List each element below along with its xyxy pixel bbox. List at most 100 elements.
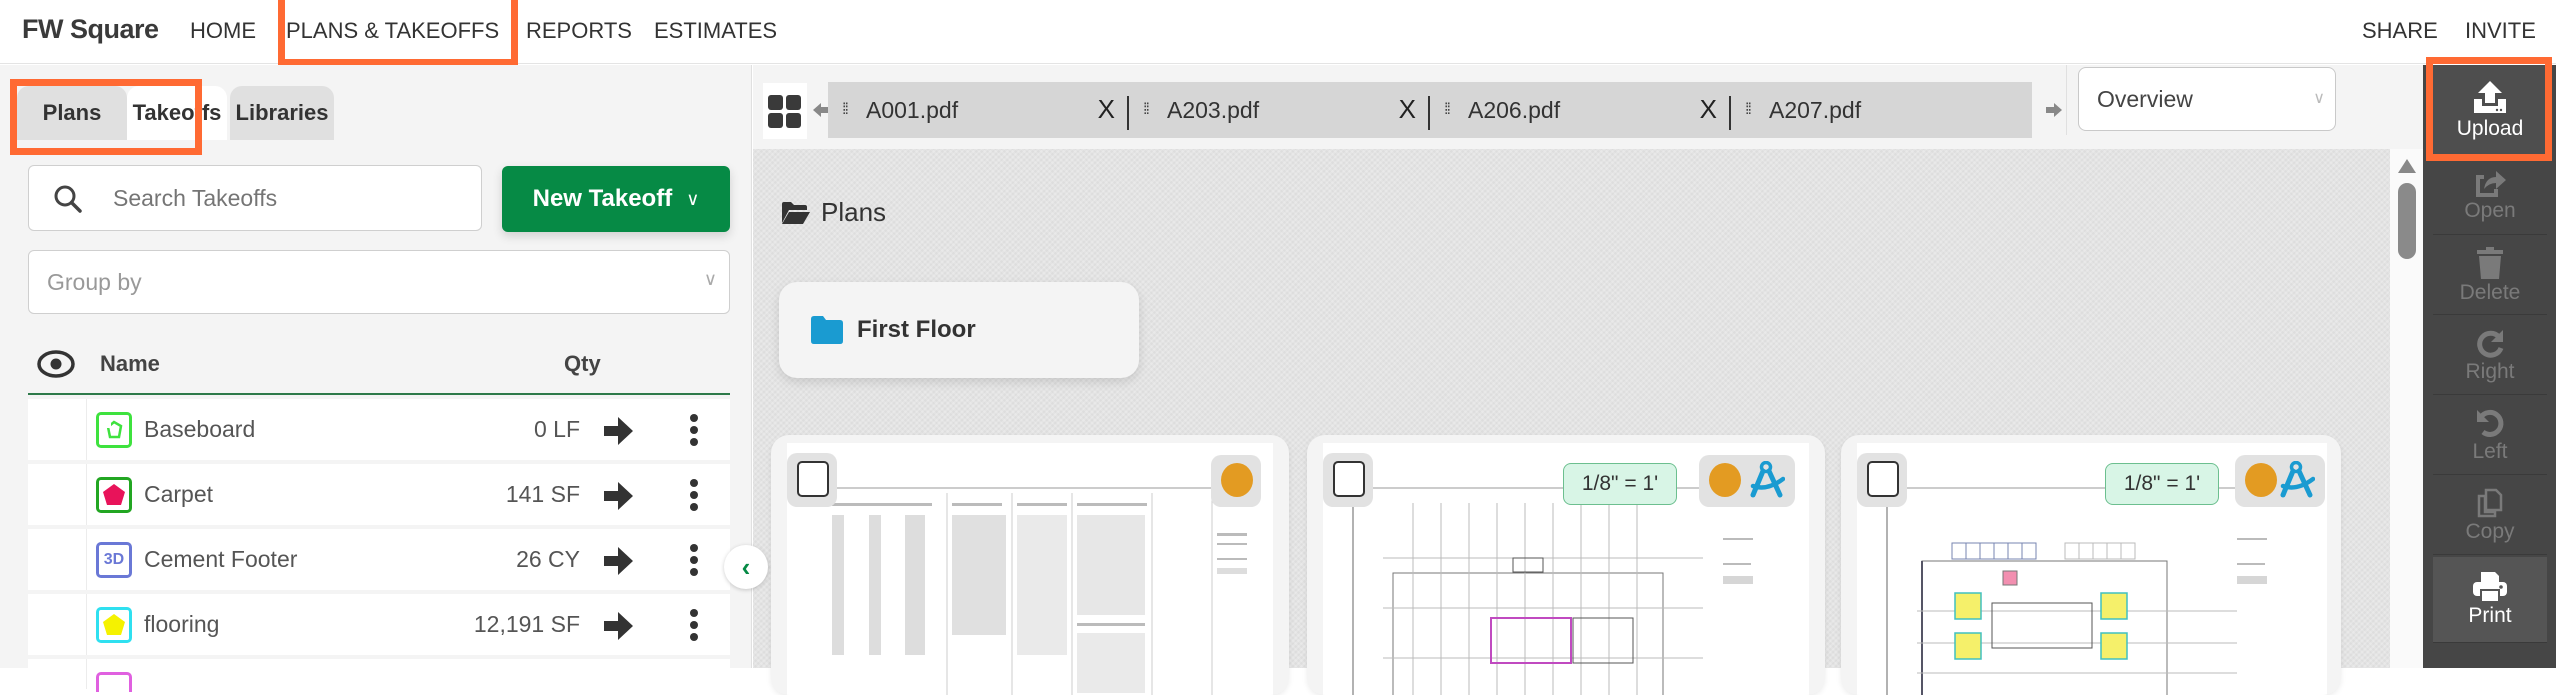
doc-tab-a206[interactable]: ⁞⁞ A206.pdf X (1430, 82, 1731, 138)
takeoff-row[interactable]: Carpet 141 SF (28, 464, 730, 525)
go-to-arrow-icon[interactable] (604, 417, 634, 445)
sheet-thumbnail (787, 443, 1273, 695)
plan-sheet-card[interactable]: 1/8" = 1' (1841, 435, 2341, 695)
folder-open-icon (782, 201, 810, 224)
group-by-select[interactable]: Group by ∨ (28, 250, 730, 314)
search-icon (54, 185, 82, 213)
doc-tab-a207[interactable]: ⁞⁞ A207.pdf (1731, 82, 2032, 138)
sheet-status-wrap (2235, 455, 2325, 507)
calibrate-compass-icon[interactable] (1749, 461, 1785, 499)
search-box[interactable] (28, 165, 482, 231)
view-mode-select[interactable]: Overview ∨ (2078, 67, 2336, 131)
row-indent (86, 464, 87, 525)
open-label: Open (2464, 198, 2516, 222)
takeoff-name: Cement Footer (144, 546, 298, 572)
print-button[interactable]: Print (2433, 557, 2547, 643)
select-sheet-checkbox[interactable] (1867, 461, 1899, 497)
scroll-tabs-left-icon[interactable] (813, 103, 829, 117)
takeoff-qty: 0 LF (533, 416, 580, 442)
calibrate-compass-icon[interactable] (2279, 461, 2315, 499)
nav-estimates[interactable]: ESTIMATES (654, 18, 777, 44)
nav-reports[interactable]: REPORTS (526, 18, 632, 44)
more-options-icon[interactable] (690, 544, 698, 580)
delete-button[interactable]: Delete (2433, 237, 2547, 315)
takeoff-row[interactable] (28, 659, 730, 692)
eye-icon[interactable] (36, 349, 76, 379)
drag-handle-icon[interactable]: ⁞⁞ (1444, 102, 1460, 118)
sheet-status-dot[interactable] (1221, 463, 1253, 497)
takeoff-qty: 12,191 SF (473, 611, 580, 637)
brand-logo[interactable]: FW Square (22, 14, 159, 45)
plan-sheet-card[interactable]: 1/8" = 1' (1307, 435, 1825, 695)
vertical-scrollbar[interactable] (2390, 149, 2423, 668)
plan-sheet-card[interactable] (771, 435, 1289, 695)
rotate-right-button[interactable]: Right (2433, 317, 2547, 395)
divider (2066, 65, 2067, 135)
copy-label: Copy (2465, 519, 2515, 543)
doc-tab-a203[interactable]: ⁞⁞ A203.pdf X (1129, 82, 1430, 138)
column-header-qty[interactable]: Qty (564, 351, 601, 377)
go-to-arrow-icon[interactable] (604, 612, 634, 640)
more-options-icon[interactable] (690, 609, 698, 645)
rotate-left-button[interactable]: Left (2433, 397, 2547, 475)
takeoff-name: Carpet (144, 481, 214, 507)
section-title-text: Plans (821, 197, 887, 227)
drag-handle-icon[interactable]: ⁞⁞ (1745, 102, 1761, 118)
tab-libraries[interactable]: Libraries (230, 86, 334, 140)
plans-main-area: ⁞⁞ A001.pdf X ⁞⁞ A203.pdf X ⁞⁞ A206.pdf … (753, 65, 2423, 695)
sheet-scale-badge[interactable]: 1/8" = 1' (2105, 463, 2219, 505)
nav-home[interactable]: HOME (190, 18, 256, 44)
more-options-icon[interactable] (690, 414, 698, 450)
printer-icon (2473, 571, 2507, 602)
drag-handle-icon[interactable]: ⁞⁞ (1143, 102, 1159, 118)
trash-icon (2477, 246, 2503, 279)
row-indent (86, 659, 87, 689)
scroll-tabs-right-icon[interactable] (2046, 103, 2062, 117)
chevron-down-icon: ∨ (686, 188, 700, 209)
takeoff-row[interactable]: Baseboard 0 LF (28, 399, 730, 460)
rotate-left-label: Left (2472, 439, 2508, 463)
sheet-status-wrap (1699, 455, 1795, 507)
nav-share[interactable]: SHARE (2362, 18, 2438, 44)
chevron-down-icon: ∨ (2313, 90, 2325, 107)
doc-tab-a001[interactable]: ⁞⁞ A001.pdf X (828, 82, 1129, 138)
takeoff-row[interactable]: flooring 12,191 SF (28, 594, 730, 655)
more-options-icon[interactable] (690, 479, 698, 515)
print-label: Print (2468, 603, 2512, 627)
scroll-up-icon[interactable] (2398, 159, 2416, 173)
takeoff-row[interactable]: 3D Cement Footer 26 CY (28, 529, 730, 590)
column-header-name[interactable]: Name (100, 351, 160, 377)
select-sheet-checkbox[interactable] (1333, 461, 1365, 497)
copy-button[interactable]: Copy (2433, 477, 2547, 555)
document-tab-bar: ⁞⁞ A001.pdf X ⁞⁞ A203.pdf X ⁞⁞ A206.pdf … (753, 65, 2423, 149)
takeoff-qty: 141 SF (505, 481, 580, 507)
chevron-left-icon: ‹ (741, 551, 751, 582)
linear-takeoff-icon (96, 412, 132, 448)
select-sheet-checkbox[interactable] (797, 461, 829, 497)
folder-card-first-floor[interactable]: First Floor (779, 282, 1139, 378)
sheet-status-dot[interactable] (2245, 463, 2277, 497)
sheet-scale-badge[interactable]: 1/8" = 1' (1563, 463, 1677, 505)
nav-invite[interactable]: INVITE (2465, 18, 2536, 44)
collapse-panel-button[interactable]: ‹ (724, 545, 768, 589)
open-button[interactable]: Open (2433, 157, 2547, 235)
close-tab-icon[interactable]: X (1098, 94, 1115, 125)
close-tab-icon[interactable]: X (1399, 94, 1416, 125)
sheet-status-dot[interactable] (1709, 463, 1741, 497)
plans-canvas: Plans First Floor 1/8" = 1' 1/8" = 1' (753, 149, 2390, 695)
new-takeoff-button[interactable]: New Takeoff ∨ (502, 166, 730, 232)
group-by-placeholder: Group by (47, 268, 142, 295)
grid-view-button[interactable] (763, 83, 807, 139)
search-input[interactable] (113, 166, 473, 230)
go-to-arrow-icon[interactable] (604, 482, 634, 510)
go-to-arrow-icon[interactable] (604, 547, 634, 575)
area-takeoff-icon (96, 607, 132, 643)
takeoff-name: Baseboard (144, 416, 256, 442)
view-mode-value: Overview (2097, 85, 2193, 112)
close-tab-icon[interactable]: X (1700, 94, 1717, 125)
scrollbar-thumb[interactable] (2398, 183, 2416, 259)
takeoff-name: flooring (144, 611, 220, 637)
drag-handle-icon[interactable]: ⁞⁞ (842, 102, 858, 118)
row-indent (86, 594, 87, 655)
grid-icon (768, 95, 801, 128)
